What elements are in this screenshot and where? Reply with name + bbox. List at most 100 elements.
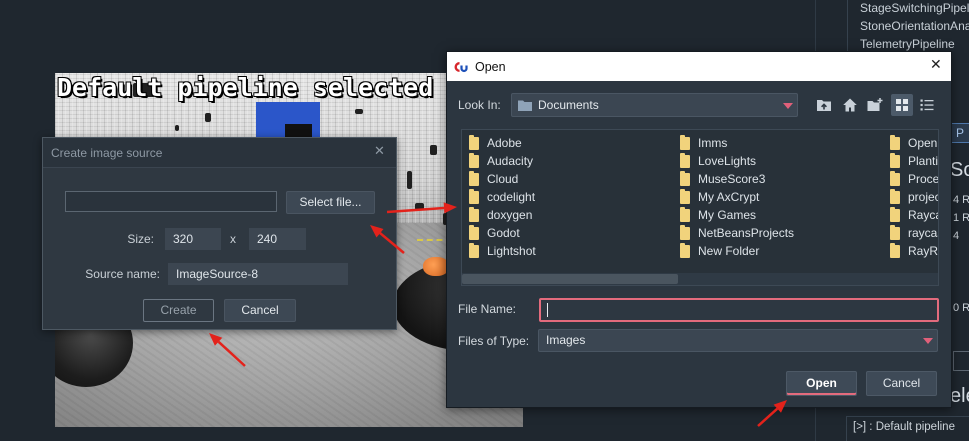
open-file-dialog: Open ✕ Look In: Documents Adobe Audacity [446, 51, 952, 408]
details-view-icon[interactable] [919, 97, 935, 113]
folder-item[interactable]: MuseScore3 [680, 170, 885, 188]
camera-speck [355, 109, 363, 114]
home-icon[interactable] [842, 97, 858, 113]
pipeline-list-item[interactable]: StoneOrientationAna [860, 17, 969, 35]
folder-item[interactable]: LoveLights [680, 152, 885, 170]
file-name-input[interactable] [539, 298, 939, 322]
height-field[interactable] [249, 228, 306, 250]
file-column: Imms LoveLights MuseScore3 My AxCrypt My… [680, 134, 885, 260]
file-list[interactable]: Adobe Audacity Cloud codelight doxygen G… [461, 129, 939, 286]
look-in-combo[interactable]: Documents [511, 93, 798, 117]
folder-icon [890, 188, 900, 204]
look-in-label: Look In: [458, 98, 501, 112]
folder-name: RayR [908, 244, 938, 258]
look-in-value: Documents [538, 98, 599, 112]
list-view-toggle[interactable] [891, 94, 913, 116]
cancel-button[interactable]: Cancel [224, 299, 296, 322]
folder-item[interactable]: Audacity [469, 152, 674, 170]
pipeline-list[interactable]: StageSwitchingPipeli StoneOrientationAna… [847, 0, 969, 52]
camera-speck [407, 171, 412, 189]
folder-item[interactable]: NetBeansProjects [680, 224, 885, 242]
panel-button[interactable]: P [951, 123, 969, 143]
source-name-label: Source name: [85, 267, 160, 281]
folder-name: LoveLights [698, 154, 757, 168]
folder-item[interactable]: raycas [890, 224, 938, 242]
folder-name: Imms [698, 136, 728, 150]
folder-item[interactable]: Planti [890, 152, 938, 170]
folder-item[interactable]: projec [890, 188, 938, 206]
folder-item[interactable]: Lightshot [469, 242, 674, 260]
source-name-field[interactable] [168, 263, 348, 285]
folder-icon [469, 134, 479, 150]
dialog-title-bar[interactable]: Open ✕ [447, 52, 951, 81]
folder-icon [680, 152, 690, 168]
camera-speck [430, 145, 437, 155]
folder-item[interactable]: Imms [680, 134, 885, 152]
folder-name: projec [908, 190, 938, 204]
pipeline-list-item[interactable]: TelemetryPipeline [860, 35, 969, 52]
camera-speck [205, 113, 211, 122]
folder-item[interactable]: My AxCrypt [680, 188, 885, 206]
folder-item[interactable]: codelight [469, 188, 674, 206]
dialog-title-bar[interactable]: Create image source ✕ [43, 138, 396, 168]
camera-speck [415, 203, 424, 210]
create-image-source-dialog: Create image source ✕ Select file... Siz… [42, 137, 397, 330]
folder-icon [680, 170, 690, 186]
folder-name: NetBeansProjects [698, 226, 795, 240]
folder-icon [469, 188, 479, 204]
folder-item[interactable]: RayR [890, 242, 938, 260]
folder-name: Proce [908, 172, 938, 186]
close-icon[interactable]: ✕ [374, 144, 385, 159]
horizontal-scrollbar[interactable] [462, 273, 938, 285]
section-heading: ele [950, 385, 969, 407]
folder-icon [518, 100, 532, 111]
folder-icon [680, 242, 690, 258]
folder-icon [680, 134, 690, 150]
folder-item[interactable]: Open [890, 134, 938, 152]
list-view-icon [896, 99, 908, 111]
folder-icon [469, 170, 479, 186]
section-heading: So [950, 159, 969, 181]
create-button[interactable]: Create [143, 299, 214, 322]
file-path-input[interactable] [65, 191, 277, 212]
panel-field[interactable] [953, 351, 969, 371]
folder-icon [890, 242, 900, 258]
scrollbar-thumb[interactable] [462, 274, 678, 284]
folder-name: Audacity [487, 154, 534, 168]
folder-item[interactable]: My Games [680, 206, 885, 224]
folder-item[interactable]: Adobe [469, 134, 674, 152]
file-name-label: File Name: [458, 302, 517, 316]
folder-item[interactable]: New Folder [680, 242, 885, 260]
close-icon[interactable]: ✕ [930, 57, 942, 73]
select-file-button[interactable]: Select file... [286, 191, 375, 214]
pipeline-list-item[interactable]: StageSwitchingPipeli [860, 0, 969, 17]
folder-item[interactable]: Proce [890, 170, 938, 188]
files-of-type-combo[interactable]: Images [538, 329, 938, 352]
new-folder-icon[interactable] [867, 97, 883, 113]
folder-name: Rayca [908, 208, 938, 222]
java-app-icon [454, 62, 468, 73]
open-button[interactable]: Open [786, 371, 857, 396]
folder-name: Cloud [487, 172, 519, 186]
folder-item[interactable]: Rayca [890, 206, 938, 224]
file-column: Open Planti Proce projec Rayca raycas Ra… [890, 134, 938, 260]
folder-name: codelight [487, 190, 536, 204]
files-of-type-value: Images [546, 333, 586, 347]
folder-item[interactable]: Cloud [469, 170, 674, 188]
folder-item[interactable]: doxygen [469, 206, 674, 224]
folder-icon [890, 206, 900, 222]
console-line: [>] : Default pipeline [853, 421, 955, 433]
dialog-title: Open [475, 60, 506, 74]
text-caret [547, 303, 548, 317]
dropdown-arrow-icon [923, 338, 933, 344]
dialog-title: Create image source [51, 146, 163, 160]
folder-icon [469, 152, 479, 168]
folder-name: New Folder [698, 244, 760, 258]
folder-icon [680, 206, 690, 222]
width-field[interactable] [165, 228, 221, 250]
folder-item[interactable]: Godot [469, 224, 674, 242]
cancel-button[interactable]: Cancel [866, 371, 937, 396]
up-one-level-icon[interactable] [816, 97, 832, 113]
files-of-type-label: Files of Type: [458, 334, 530, 348]
folder-name: My Games [698, 208, 757, 222]
